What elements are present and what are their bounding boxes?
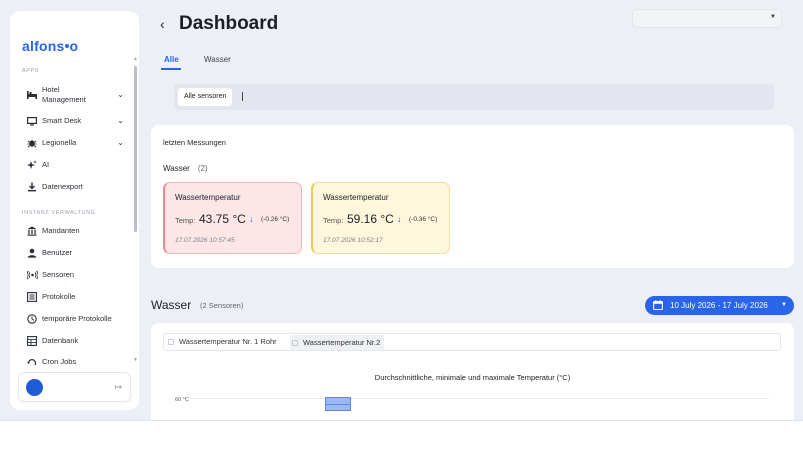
scroll-up-icon[interactable]: ▲ [133,56,138,62]
chart-title: Durchschnittliche, minimale und maximale… [374,373,571,382]
sidebar-item-label: temporäre Protokolle [42,314,112,323]
bed-icon [26,89,38,101]
temp-value: 59.16 °C [347,212,394,226]
series-toggle-label: Wassertemperatur Nr.2 [303,338,381,347]
sidebar-item-label: AI [42,160,50,169]
timestamp: 17.07.2026 10:52:17 [323,237,383,244]
sidebar-item-label: Smart Desk [42,116,82,125]
sidebar-item-label: Cron Jobs [42,357,77,365]
series-toggle-label: Wassertemperatur Nr. 1 Rohr [179,337,277,346]
series-toggle[interactable]: Wassertemperatur Nr. 1 Rohr [168,337,277,346]
series-toggle-bar: Wassertemperatur Nr. 1 Rohr Wassertemper… [163,333,781,351]
chart-card: Wassertemperatur Nr. 1 Rohr Wassertemper… [151,323,794,420]
sidebar: alfons o APPS Hotel Management ⌄ Smart De… [10,11,139,410]
caret-down-icon: ▼ [770,14,776,20]
filter-chip-alle-sensoren[interactable]: Alle sensoren [178,88,233,106]
calendar-icon [653,300,663,311]
temp-delta: (-0.26 °C) [261,216,290,223]
database-icon [26,335,38,347]
temp-value: 43.75 °C [199,212,246,226]
avatar[interactable] [26,379,43,396]
sparkle-icon [26,159,38,171]
sidebar-item-ai[interactable]: AI [26,159,130,171]
bank-icon [26,225,38,237]
date-range-button[interactable]: 10 July 2026 - 17 July 2026 ▼ [645,296,794,315]
sidebar-item-temporaere-protokolle[interactable]: temporäre Protokolle [26,313,130,325]
sidebar-scrollbar[interactable] [134,66,137,232]
sidebar-item-sensoren[interactable]: Sensoren [26,269,130,281]
sidebar-item-label: Sensoren [42,270,75,279]
temp-delta: (-0.36 °C) [409,216,438,223]
logout-icon[interactable]: ↦ [114,382,122,393]
section-title: Wasser [151,298,192,312]
latest-measurements-card: letzten Messungen Wasser (2) Wassertemper… [151,125,794,268]
caret-down-icon: ▼ [781,302,787,308]
checkbox[interactable] [168,339,174,346]
user-profile-box[interactable]: ↦ [18,372,131,402]
measurement-card[interactable]: Wassertemperatur Temp: 59.16 °C ↓ (-0.36… [311,182,450,254]
sidebar-item-hotel-management[interactable]: Hotel Management ⌄ [26,85,130,105]
arrow-down-icon: ↓ [397,214,402,224]
group-count: (2) [197,164,208,173]
sidebar-item-datenbank[interactable]: Datenbank [26,335,130,347]
logo[interactable]: alfons o [22,38,78,54]
cron-icon [26,357,38,365]
filter-separator [242,92,243,101]
arrow-down-icon: ↓ [249,214,254,224]
temp-label: Temp: [175,216,196,225]
chart-bar[interactable] [325,397,351,411]
sidebar-item-protokolle[interactable]: Protokolle [26,291,130,303]
download-icon [26,181,38,193]
chevron-down-icon: ⌄ [117,90,124,99]
monitor-icon [26,115,38,127]
active-tab-indicator [161,68,181,70]
sidebar-item-label: Datenbank [42,336,79,345]
series-toggle[interactable]: Wassertemperatur Nr.2 [290,335,385,350]
top-select[interactable]: ▼ [632,9,782,28]
list-icon [26,291,38,303]
user-icon [26,247,38,259]
sidebar-item-datenexport[interactable]: Datenexport [26,181,130,193]
section-subtitle: (2 Sensoren) [200,301,244,310]
sidebar-item-smart-desk[interactable]: Smart Desk ⌄ [26,115,130,127]
group-title: Wasser (2) [163,164,208,173]
page-title: Dashboard [179,13,279,34]
sidebar-item-label: Benutzer [42,248,73,257]
sensor-icon [26,269,38,281]
tab-alle[interactable]: Alle [164,55,179,64]
measurement-title: Wassertemperatur [175,193,241,202]
sidebar-item-label: Protokolle [42,292,76,301]
bar-divider [326,404,350,405]
clock-icon [26,313,38,325]
sidebar-item-mandanten[interactable]: Mandanten [26,225,130,237]
sidebar-item-label: Hotel Management [42,85,86,104]
sidebar-item-cron-jobs[interactable]: Cron Jobs [26,357,130,365]
measurement-card[interactable]: Wassertemperatur Temp: 43.75 °C ↓ (-0.26… [163,182,302,254]
sidebar-item-benutzer[interactable]: Benutzer [26,247,130,259]
scroll-down-icon[interactable]: ▼ [133,357,138,363]
sidebar-item-legionella[interactable]: Legionella ⌄ [26,137,130,149]
sidebar-item-label: Datenexport [42,182,83,191]
admin-section-label: INSTANZ VERWALTUNG [22,210,96,216]
chevron-down-icon: ⌄ [117,138,124,147]
grid-line [189,398,769,399]
apps-section-label: APPS [22,68,40,74]
sidebar-item-label: Mandanten [42,226,80,235]
sidebar-item-label: Legionella [42,138,77,147]
latest-measurements-title: letzten Messungen [163,138,226,147]
chevron-left-icon[interactable]: ‹ [160,16,165,32]
group-name: Wasser [163,164,190,173]
checkbox[interactable] [292,340,298,347]
bug-icon [26,137,38,149]
tab-wasser[interactable]: Wasser [204,55,231,64]
chevron-down-icon: ⌄ [117,116,124,125]
y-tick-label: 60 °C [175,397,189,403]
sensor-filter-bar: Alle sensoren [174,84,774,110]
app-root: alfons o APPS Hotel Management ⌄ Smart De… [0,0,803,421]
date-range-label: 10 July 2026 - 17 July 2026 [670,301,768,310]
temp-label: Temp: [323,216,344,225]
timestamp: 17.07.2026 10:57:45 [175,237,235,244]
measurement-title: Wassertemperatur [323,193,389,202]
